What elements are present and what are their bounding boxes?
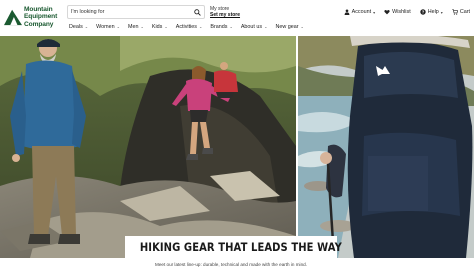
nav-item-women[interactable]: Women ⌄ xyxy=(96,24,120,30)
hero-image-hikers[interactable] xyxy=(0,36,296,258)
chevron-down-icon: ⌄ xyxy=(140,24,144,29)
backpack-illustration xyxy=(298,36,474,258)
heart-icon xyxy=(384,9,390,15)
hero-image-backpack[interactable] xyxy=(298,36,474,258)
search-icon xyxy=(194,9,201,16)
chevron-down-icon: ▾ xyxy=(373,9,376,15)
search-button[interactable] xyxy=(193,8,202,17)
mountain-logo-icon xyxy=(4,9,22,26)
site-header: Mountain Equipment Company My store Set … xyxy=(0,0,474,36)
wishlist-link[interactable]: Wishlist xyxy=(384,9,411,15)
search-input[interactable] xyxy=(71,7,189,17)
chevron-down-icon: ⌄ xyxy=(199,24,203,29)
chevron-down-icon: ⌄ xyxy=(264,24,268,29)
mec-logo[interactable]: Mountain Equipment Company xyxy=(4,4,64,30)
account-label: Account xyxy=(351,9,372,15)
nav-item-label: Kids xyxy=(151,23,163,30)
chevron-down-icon: ⌄ xyxy=(116,24,120,29)
hero-subline: Meet our latest line-up: durable, techni… xyxy=(155,262,307,267)
chevron-down-icon: ⌄ xyxy=(229,24,233,29)
chevron-down-icon: ⌄ xyxy=(164,24,168,29)
logo-wordmark: Mountain Equipment Company xyxy=(24,6,58,28)
cart-link[interactable]: Cart xyxy=(452,9,470,15)
set-store-link[interactable]: Set my store xyxy=(210,12,240,18)
chevron-down-icon: ⌄ xyxy=(300,24,304,29)
search-bar xyxy=(67,5,205,19)
nav-item-about-us[interactable]: About us ⌄ xyxy=(241,24,268,30)
nav-item-kids[interactable]: Kids ⌄ xyxy=(152,24,168,30)
svg-text:?: ? xyxy=(421,10,424,15)
nav-item-activities[interactable]: Activities ⌄ xyxy=(176,24,203,30)
nav-item-label: Men xyxy=(128,23,139,30)
nav-item-label: Women xyxy=(96,23,115,30)
chevron-down-icon: ▾ xyxy=(440,9,443,15)
nav-item-label: Deals xyxy=(69,23,83,30)
nav-item-label: Activities xyxy=(175,23,197,30)
store-selector: My store Set my store xyxy=(210,6,240,19)
utility-nav: Account ▾ Wishlist ? Help ▾ Cart xyxy=(344,8,470,16)
cart-label: Cart xyxy=(459,9,470,15)
hero-headline: HIKING GEAR THAT LEADS THE WAY xyxy=(139,240,342,254)
chevron-down-icon: ⌄ xyxy=(84,24,89,29)
nav-item-label: New gear xyxy=(275,23,299,30)
nav-item-label: About us xyxy=(240,23,263,30)
help-icon: ? xyxy=(420,9,426,15)
hero-caption: HIKING GEAR THAT LEADS THE WAY Meet our … xyxy=(125,236,342,267)
account-menu[interactable]: Account ▾ xyxy=(344,9,376,15)
nav-item-men[interactable]: Men ⌄ xyxy=(128,24,144,30)
help-label: Help xyxy=(427,9,439,15)
main-nav: Deals ⌄ Women ⌄ Men ⌄ Kids ⌄ Activities … xyxy=(69,22,304,31)
nav-item-deals[interactable]: Deals ⌄ xyxy=(69,24,88,30)
hikers-illustration xyxy=(0,36,296,258)
nav-item-brands[interactable]: Brands ⌄ xyxy=(210,24,232,30)
cart-icon xyxy=(452,9,458,15)
wishlist-label: Wishlist xyxy=(392,9,411,15)
help-menu[interactable]: ? Help ▾ xyxy=(420,9,443,15)
user-icon xyxy=(344,9,350,15)
nav-item-label: Brands xyxy=(210,23,228,30)
nav-item-new-gear[interactable]: New gear ⌄ xyxy=(275,24,303,30)
